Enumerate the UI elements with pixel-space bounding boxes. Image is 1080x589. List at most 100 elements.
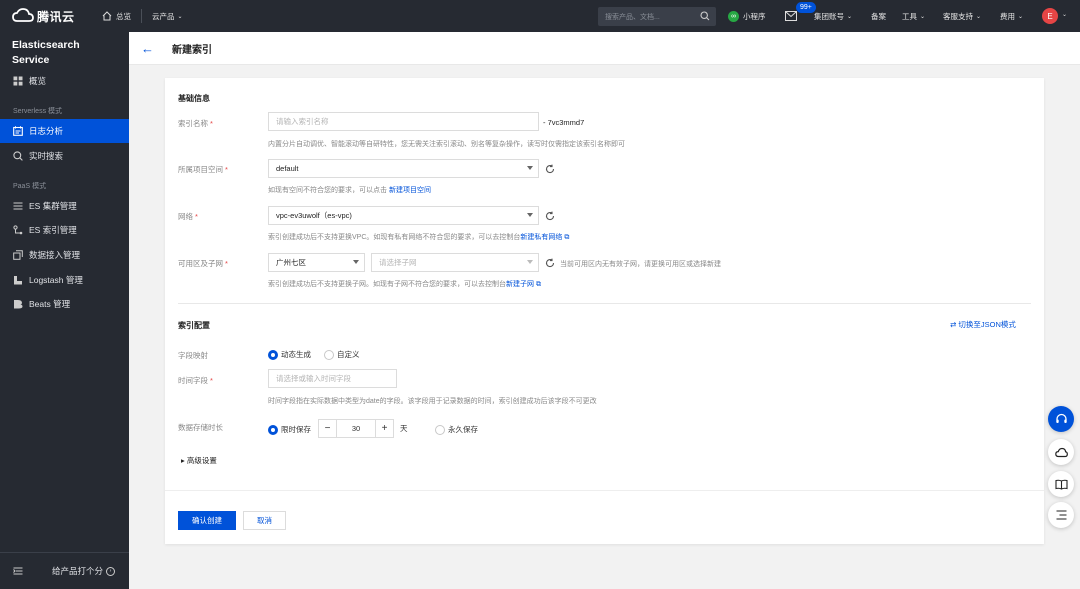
external-link-icon: ⧉ bbox=[535, 281, 541, 288]
section-basic-info: 基础信息 bbox=[178, 94, 210, 103]
logstash-icon bbox=[14, 276, 22, 285]
divider bbox=[141, 9, 142, 23]
sidebar-item-overview[interactable]: 概览 bbox=[0, 69, 129, 93]
sidebar-item-data-access[interactable]: 数据接入管理 bbox=[0, 243, 129, 267]
mini-program-icon: ∞ bbox=[728, 10, 739, 22]
chevron-down-icon: ⌄ bbox=[976, 13, 982, 20]
radio-selected-icon bbox=[268, 424, 278, 435]
filing-label: 备案 bbox=[871, 11, 886, 21]
mini-program-link[interactable]: ∞ 小程序 bbox=[728, 0, 766, 32]
required-mark: * bbox=[225, 165, 228, 174]
tools-menu[interactable]: 工具 ⌄ bbox=[902, 0, 925, 32]
decrement-button[interactable]: − bbox=[318, 419, 337, 438]
sidebar-item-label: Logstash 管理 bbox=[29, 275, 83, 285]
page-title: 新建索引 bbox=[172, 44, 212, 56]
chevron-down-icon: ⌄ bbox=[847, 13, 853, 20]
billing-menu[interactable]: 费用 ⌄ bbox=[1000, 0, 1023, 32]
refresh-icon[interactable] bbox=[545, 258, 555, 268]
section-index-config: 索引配置 bbox=[178, 321, 210, 330]
rate-product-link[interactable]: 给产品打个分 bbox=[52, 565, 103, 577]
cloud-logo-icon bbox=[12, 8, 34, 22]
sidebar-item-label: ES 索引管理 bbox=[29, 225, 77, 235]
beats-icon bbox=[14, 300, 23, 309]
network-select[interactable]: vpc-ev3uwolf（es-vpc) bbox=[268, 206, 539, 225]
zone-select[interactable]: 广州七区 bbox=[268, 253, 365, 272]
chevron-down-icon bbox=[527, 260, 533, 264]
customer-service-button[interactable] bbox=[1048, 406, 1074, 432]
retention-limited-radio[interactable]: 限时保存 bbox=[268, 424, 311, 435]
sidebar-item-es-cluster[interactable]: ES 集群管理 bbox=[0, 194, 129, 218]
retention-days-value[interactable]: 30 bbox=[337, 419, 375, 438]
rate-arrow-icon: › bbox=[106, 566, 116, 576]
retention-limited-label: 限时保存 bbox=[281, 425, 311, 434]
chevron-down-icon: ⌄ bbox=[177, 13, 183, 20]
menu-toggle-button[interactable] bbox=[1048, 502, 1074, 528]
sidebar-item-logstash[interactable]: Logstash 管理 bbox=[0, 268, 129, 292]
group-account-menu[interactable]: 集团账号 ⌄ bbox=[814, 0, 852, 32]
sidebar-item-log-analysis[interactable]: 日志分析 bbox=[0, 119, 129, 143]
index-name-input[interactable]: 请输入索引名称 bbox=[268, 112, 539, 131]
project-value: default bbox=[276, 164, 299, 173]
create-index-form: 基础信息 索引名称 * 请输入索引名称 - 7vc3mmd7 内置分片自动调优、智… bbox=[165, 78, 1044, 544]
collapse-menu-icon[interactable] bbox=[13, 566, 23, 576]
sidebar-item-label: 实时搜索 bbox=[29, 151, 64, 161]
sidebar-item-label: ES 集群管理 bbox=[29, 201, 77, 211]
avatar-initial: E bbox=[1047, 11, 1053, 21]
avatar[interactable]: E bbox=[1042, 8, 1058, 24]
index-name-label: 索引名称 * bbox=[178, 119, 213, 128]
sidebar-title-line2: Service bbox=[12, 54, 50, 66]
subnet-warning: 当前可用区内无有效子网，请更换可用区或选择新建 bbox=[560, 261, 721, 268]
headset-icon bbox=[1055, 413, 1067, 423]
mail-button[interactable] bbox=[785, 0, 797, 32]
network-value: vpc-ev3uwolf（es-vpc) bbox=[276, 211, 352, 220]
switch-icon: ⇄ bbox=[950, 320, 957, 329]
subnet-select[interactable]: 请选择子网 bbox=[371, 253, 539, 272]
support-menu[interactable]: 客服支持 ⌄ bbox=[943, 0, 981, 32]
retention-forever-radio[interactable]: 永久保存 bbox=[435, 424, 478, 435]
brand-name: 腾讯云 bbox=[37, 9, 75, 24]
back-arrow-icon[interactable]: ← bbox=[141, 41, 154, 56]
tencent-cloud-logo[interactable]: 腾讯云 bbox=[12, 8, 76, 25]
zone-hint: 索引创建成功后不支持更换子网。如现有子网不符合您的要求，可以去控制台新建子网 ⧉ bbox=[268, 281, 541, 288]
filing-link[interactable]: 备案 bbox=[871, 0, 886, 32]
chevron-down-icon: ⌄ bbox=[1018, 13, 1024, 20]
cloud-upload-button[interactable] bbox=[1048, 439, 1074, 465]
advanced-settings-toggle[interactable]: ▸ 高级设置 bbox=[181, 455, 217, 466]
new-vpc-link[interactable]: 新建私有网络 bbox=[520, 234, 562, 241]
sidebar-footer: 给产品打个分 › bbox=[0, 552, 129, 589]
sidebar-item-realtime-search[interactable]: 实时搜索 bbox=[0, 144, 129, 168]
home-icon bbox=[102, 11, 112, 21]
cancel-button[interactable]: 取消 bbox=[243, 511, 286, 530]
zone-value: 广州七区 bbox=[276, 258, 306, 267]
confirm-create-button[interactable]: 确认创建 bbox=[178, 511, 236, 530]
overview-label: 总览 bbox=[116, 11, 131, 21]
new-subnet-link[interactable]: 新建子网 bbox=[506, 281, 534, 288]
overview-nav[interactable]: 总览 bbox=[102, 11, 131, 22]
search-input[interactable]: 搜索产品、文档... bbox=[598, 7, 716, 26]
json-mode-toggle[interactable]: ⇄ 切换至JSON模式 bbox=[950, 319, 1016, 330]
index-name-suffix: - 7vc3mmd7 bbox=[543, 118, 585, 127]
radio-icon bbox=[324, 349, 334, 360]
mapping-custom-radio[interactable]: 自定义 bbox=[324, 349, 360, 360]
search-icon[interactable] bbox=[700, 11, 710, 21]
chevron-down-icon[interactable]: ⌄ bbox=[1062, 11, 1067, 18]
mapping-dynamic-radio[interactable]: 动态生成 bbox=[268, 349, 311, 360]
time-field-label: 时间字段 * bbox=[178, 376, 213, 385]
sidebar-item-es-index[interactable]: ES 索引管理 bbox=[0, 218, 129, 242]
project-select[interactable]: default bbox=[268, 159, 539, 178]
increment-button[interactable]: + bbox=[375, 419, 394, 438]
sidebar-item-beats[interactable]: Beats 管理 bbox=[0, 292, 129, 316]
documentation-button[interactable] bbox=[1048, 471, 1074, 497]
refresh-icon[interactable] bbox=[545, 211, 555, 221]
index-icon bbox=[13, 225, 23, 235]
time-field-input[interactable]: 请选择或输入时间字段 bbox=[268, 369, 397, 388]
time-field-hint: 时间字段指在实际数据中类型为date的字段。该字段用于记录数据的时间，索引创建成… bbox=[268, 398, 597, 405]
products-menu[interactable]: 云产品 ⌄ bbox=[152, 11, 183, 22]
list-indent-icon bbox=[1056, 510, 1066, 520]
tools-label: 工具 bbox=[902, 11, 917, 21]
required-mark: * bbox=[210, 119, 213, 128]
refresh-icon[interactable] bbox=[545, 164, 555, 174]
network-label: 网络 * bbox=[178, 212, 198, 221]
new-project-link[interactable]: 新建项目空间 bbox=[389, 187, 431, 194]
chevron-down-icon bbox=[527, 166, 533, 170]
